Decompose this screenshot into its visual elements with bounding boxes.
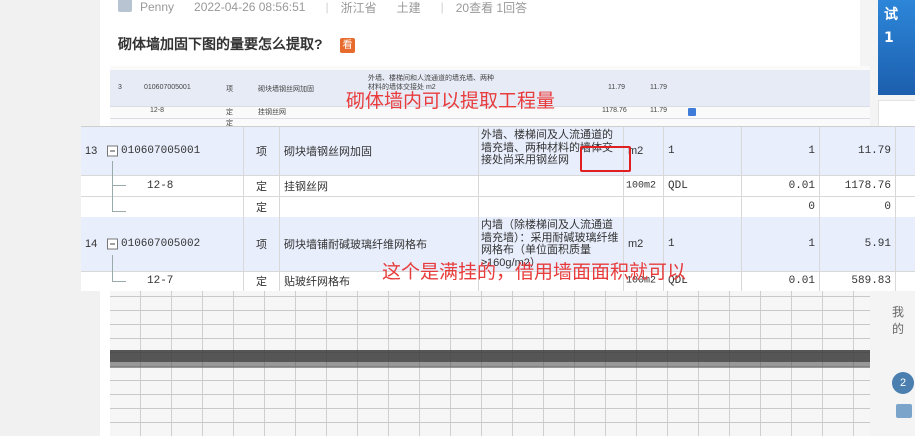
highlight-box <box>580 146 631 172</box>
item-unit: m2 <box>628 238 644 250</box>
item-type: 定 <box>256 276 267 288</box>
avatar[interactable] <box>118 0 132 12</box>
post-datetime: 2022-04-26 08:56:51 <box>194 0 306 14</box>
item-quantity: 1178.76 <box>844 179 891 192</box>
tree-connector <box>112 185 126 186</box>
post-stats: 20查看 1回答 <box>455 0 528 15</box>
collapse-icon[interactable] <box>107 238 118 250</box>
item-unit: 100m2 <box>626 180 657 191</box>
table-row[interactable]: 定 0 0 <box>81 196 915 218</box>
divider: | <box>325 0 329 14</box>
table-row[interactable]: 13 010607005001 项 砌块墙钢丝网加固 外墙、楼梯间及人流通道的墙… <box>81 127 915 176</box>
item-quantity: 589.83 <box>851 275 891 287</box>
tree-connector <box>112 161 113 211</box>
annotation-middle: 这个是满挂的，借用墙面面积就可以 <box>382 261 687 283</box>
item-name: 贴玻纤网格布 <box>284 276 350 288</box>
row-number: 13 <box>85 145 98 157</box>
item-code: 12-7 <box>147 275 174 287</box>
banner-text-2: 1 <box>884 30 894 46</box>
spreadsheet-grid <box>110 290 870 436</box>
grid-separator <box>110 350 870 362</box>
post-meta: Penny 2022-04-26 08:56:51 | 浙江省 土建 | 20查… <box>118 0 547 15</box>
item-code: 12-8 <box>147 179 174 192</box>
post-category: 土建 <box>396 0 421 15</box>
view-badge-icon[interactable]: 看 <box>340 38 355 53</box>
ad-banner[interactable]: 试 1 <box>878 0 915 95</box>
item-ratio: 0.01 <box>788 275 815 287</box>
item-code: 010607005001 <box>121 145 201 157</box>
level-badge-icon: 2 <box>892 372 914 394</box>
item-type: 定 <box>256 180 267 193</box>
tree-connector <box>112 255 113 281</box>
tree-connector <box>112 211 126 212</box>
item-name: 挂钢丝网 <box>284 180 328 193</box>
item-type: 项 <box>256 239 267 251</box>
grid-separator <box>110 362 870 368</box>
row-number: 14 <box>85 238 98 250</box>
item-type: 定 <box>256 201 267 214</box>
annotation-top: 砌体墙内可以提取工程量 <box>346 90 556 112</box>
side-my-label[interactable]: 我的 <box>892 303 915 337</box>
item-quantity: 11.79 <box>857 145 891 157</box>
item-ratio: 0.01 <box>788 179 815 192</box>
item-type: 项 <box>256 146 267 158</box>
author-name[interactable]: Penny <box>140 0 174 14</box>
item-code: 010607005002 <box>121 238 201 250</box>
item-expression: QDL <box>668 179 688 192</box>
divider: | <box>440 0 444 14</box>
item-ratio: 1 <box>808 238 815 250</box>
item-quantity: 0 <box>884 200 891 213</box>
item-ratio: 0 <box>808 200 815 213</box>
medal-icon <box>896 404 912 418</box>
item-expression: 1 <box>668 238 675 250</box>
item-name: 砌块墙钢丝网加固 <box>284 146 372 158</box>
banner-text-1: 试 <box>884 7 898 23</box>
item-quantity: 5.91 <box>864 238 891 250</box>
checkbox[interactable] <box>688 108 696 116</box>
collapse-icon[interactable] <box>107 145 118 157</box>
item-expression: 1 <box>668 145 675 157</box>
tree-connector <box>112 281 126 282</box>
post-title: 砌体墙加固下图的量要怎么提取? <box>118 36 323 52</box>
item-name: 砌块墙铺耐碱玻璃纤维网格布 <box>284 239 427 251</box>
table-row[interactable]: 12-8 定 挂钢丝网 100m2 QDL 0.01 1178.76 <box>81 175 915 197</box>
item-ratio: 1 <box>808 145 815 157</box>
post-region: 浙江省 <box>340 0 377 15</box>
